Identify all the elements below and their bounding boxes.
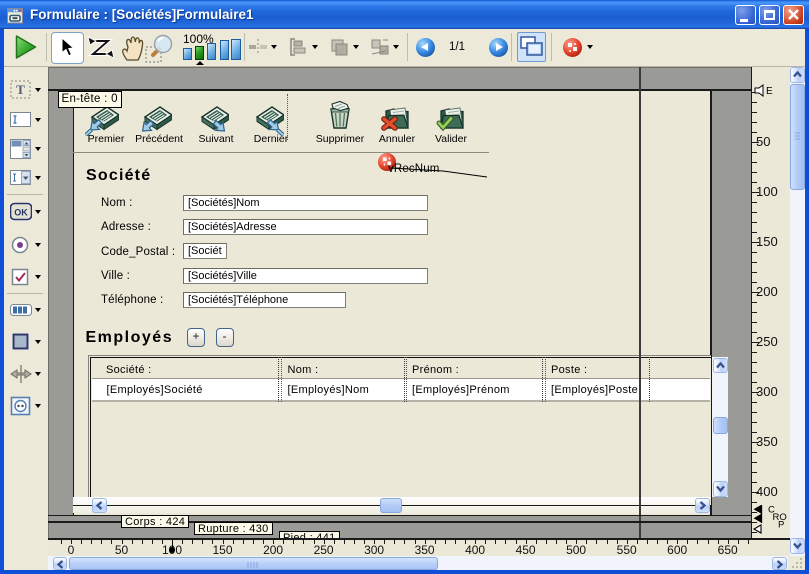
svg-text:P: P xyxy=(778,520,784,531)
svg-text:T: T xyxy=(16,82,25,97)
svg-text:OK: OK xyxy=(14,208,28,218)
svg-text:E: E xyxy=(766,86,773,97)
